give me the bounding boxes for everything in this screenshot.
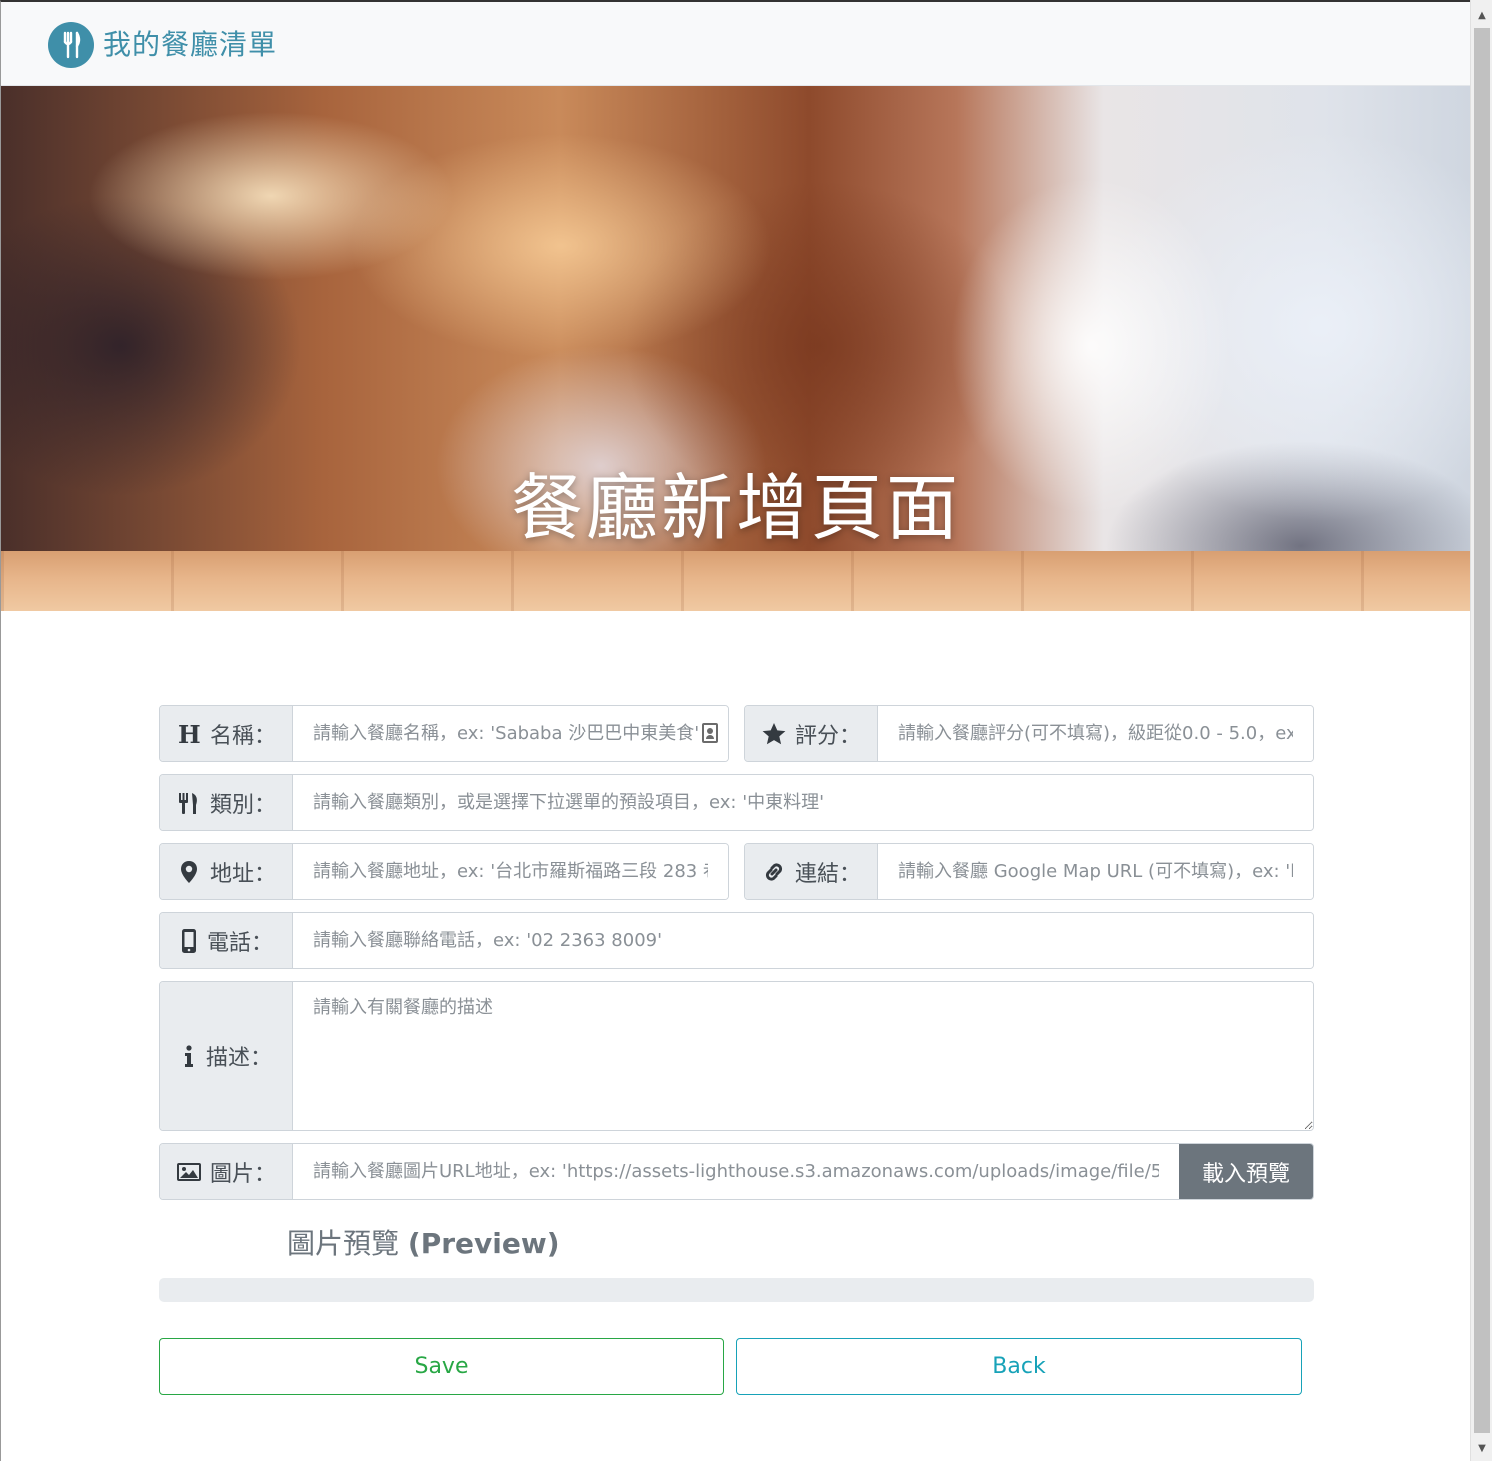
link-label: 連結： (745, 844, 878, 899)
phone-label-text: 電話： (206, 930, 273, 956)
hero-banner: 餐廳新增頁面 (1, 86, 1470, 611)
back-button[interactable]: Back (736, 1338, 1302, 1395)
description-label: 描述： (160, 982, 293, 1130)
description-textarea[interactable] (293, 982, 1313, 1130)
image-url-input[interactable] (293, 1144, 1179, 1199)
link-icon (761, 859, 787, 885)
rating-input[interactable] (878, 706, 1313, 761)
map-marker-icon (176, 859, 202, 885)
address-label: 地址： (160, 844, 293, 899)
navbar: 我的餐廳清單 (1, 2, 1470, 86)
image-input-group: 圖片： 載入預覽 (159, 1143, 1314, 1200)
image-label-text: 圖片： (209, 1161, 276, 1187)
save-button[interactable]: Save (159, 1338, 724, 1395)
phone-input[interactable] (293, 913, 1313, 968)
name-label: H 名稱： (160, 706, 293, 761)
preview-title-zh: 圖片預覽 (287, 1227, 400, 1260)
image-icon (176, 1159, 202, 1185)
description-input-group: 描述： (159, 981, 1314, 1131)
load-preview-button[interactable]: 載入預覽 (1179, 1144, 1313, 1199)
contact-card-icon[interactable] (702, 723, 718, 743)
utensils-icon (176, 790, 202, 816)
scrollbar-thumb[interactable] (1474, 28, 1490, 1433)
name-label-text: 名稱： (209, 723, 276, 749)
link-label-text: 連結： (794, 861, 861, 887)
address-input-group: 地址： (159, 843, 729, 900)
preview-title-en: (Preview) (407, 1227, 560, 1260)
name-input-group: H 名稱： (159, 705, 729, 762)
description-label-text: 描述： (205, 1046, 272, 1071)
category-input[interactable] (293, 775, 1313, 830)
scroll-up-arrow-icon[interactable]: ▲ (1471, 6, 1492, 26)
address-input[interactable] (293, 844, 728, 899)
image-label: 圖片： (160, 1144, 293, 1199)
phone-input-group: 電話： (159, 912, 1314, 969)
name-input[interactable] (293, 706, 728, 761)
link-input[interactable] (878, 844, 1313, 899)
preview-title: 圖片預覽 (Preview) (287, 1224, 560, 1264)
category-label-text: 類別： (209, 792, 276, 818)
rating-input-group: 評分： (744, 705, 1314, 762)
mobile-icon (179, 928, 199, 954)
heading-icon: H (176, 721, 202, 747)
banner-floor (1, 551, 1470, 611)
star-icon (761, 721, 787, 747)
phone-label: 電話： (160, 913, 293, 968)
address-label-text: 地址： (209, 861, 276, 887)
category-label: 類別： (160, 775, 293, 830)
page-title: 餐廳新增頁面 (510, 466, 961, 550)
info-icon (180, 1043, 198, 1069)
link-input-group: 連結： (744, 843, 1314, 900)
brand-title[interactable]: 我的餐廳清單 (103, 26, 277, 64)
category-input-group: 類別： (159, 774, 1314, 831)
rating-label-text: 評分： (794, 723, 861, 749)
scroll-down-arrow-icon[interactable]: ▼ (1471, 1439, 1492, 1459)
svg-text:H: H (178, 721, 201, 747)
browser-window: 我的餐廳清單 餐廳新增頁面 H 名稱： 評分： (0, 0, 1470, 1461)
rating-label: 評分： (745, 706, 878, 761)
image-preview-area (159, 1278, 1314, 1302)
utensils-icon[interactable] (48, 22, 94, 68)
vertical-scrollbar[interactable]: ▲ ▼ (1470, 0, 1492, 1461)
